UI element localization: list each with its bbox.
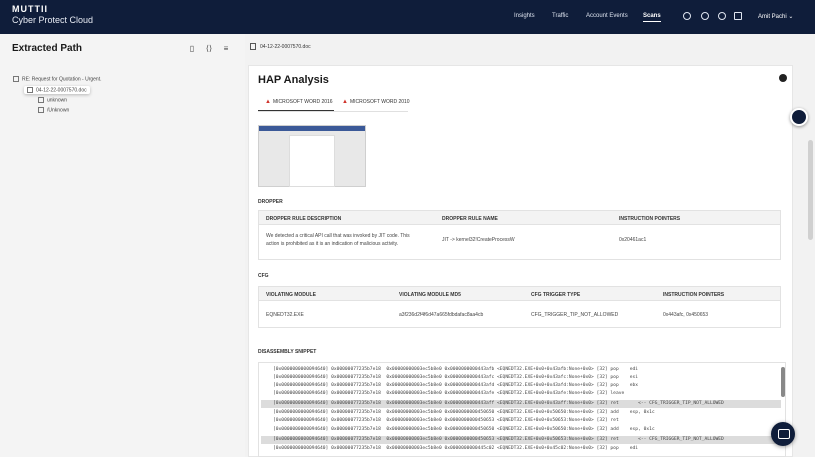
column-header: INSTRUCTION POINTERS [663,292,725,298]
disassembly-section-title: DISASSEMBLY SNIPPET [258,349,317,355]
tree-item-unknown-2[interactable]: /Unknown [38,107,69,113]
module-md5: a3f236d2f4f6d47a665fdbdafac8aa4cb [399,312,484,318]
warning-icon: ▲ [265,99,271,105]
thumbnail-toolbar [259,126,365,131]
tree-item-email[interactable]: RE: Request for Quotation - Urgent. [13,76,101,82]
code-line: [0x0000000000094640] 0x00000077235b7e18 … [273,367,639,372]
code-line: [0x0000000000094640] 0x00000077235b7e18 … [273,410,655,415]
file-icon [27,87,33,93]
brand-subtitle: Cyber Protect Cloud [12,15,94,25]
column-header: VIOLATING MODULE MD5 [399,292,461,298]
announce-icon[interactable] [734,12,742,20]
nav-traffic[interactable]: Traffic [552,13,568,19]
upload-icon[interactable] [701,12,709,20]
extracted-path-panel [0,34,245,457]
page-scrollbar[interactable] [808,140,813,240]
tab-active-indicator [258,110,334,111]
thumbnail-page [289,135,335,187]
column-header: DROPPER RULE DESCRIPTION [266,216,342,222]
instruction-pointers: 0x20461ac1 [619,237,647,243]
nav-account-events[interactable]: Account Events [586,13,628,19]
tab-word-2010[interactable]: ▲ MICROSOFT WORD 2010 [342,99,410,105]
circle-icon[interactable] [683,12,691,20]
code-line: [0x0000000000094640] 0x00000077235b7e18 … [273,427,655,432]
trigger-type: CFG_TRIGGER_TIP_NOT_ALLOWED [531,312,619,318]
cfg-section-title: CFG [258,273,269,279]
dropper-table: DROPPER RULE DESCRIPTION DROPPER RULE NA… [258,210,781,260]
code-line-highlighted: [0x0000000000094640] 0x00000077235b7e18 … [261,436,781,444]
cfg-table: VIOLATING MODULE VIOLATING MODULE MD5 CF… [258,286,781,328]
assistant-icon[interactable] [790,108,808,126]
collapse-icon[interactable] [779,74,787,82]
file-bar: 04-12-22-0007570.doc [245,34,815,62]
rule-name: JIT -> kernel32!CreateProcessW [442,237,515,243]
brand-logo[interactable]: MUTTII Cyber Protect Cloud [12,5,93,25]
column-header: CFG TRIGGER TYPE [531,292,581,298]
file-icon [38,107,44,113]
dropper-section-title: DROPPER [258,199,283,205]
disassembly-snippet[interactable]: [0x0000000000094640] 0x00000077235b7e18 … [258,362,786,457]
top-navigation-bar: MUTTII Cyber Protect Cloud Insights Traf… [0,0,815,34]
panel-title: Extracted Path [12,43,83,54]
code-line: [0x0000000000094640] 0x00000077235b7e18 … [273,446,639,451]
nav-scans[interactable]: Scans [643,13,661,22]
chat-icon[interactable] [771,422,795,446]
help-icon[interactable] [718,12,726,20]
file-name: 04-12-22-0007570.doc [260,44,311,50]
tree-item-doc[interactable]: 04-12-22-0007570.doc [24,86,90,95]
file-icon [38,97,44,103]
code-line: [0x0000000000094640] 0x00000077235b7e18 … [273,383,639,388]
rule-description: We detected a critical API call that was… [266,233,410,239]
email-icon [13,76,19,82]
nav-insights[interactable]: Insights [514,13,535,19]
tree-item-unknown[interactable]: unknown [38,97,67,103]
code-icon[interactable]: ⟨⟩ [205,44,213,53]
column-header: VIOLATING MODULE [266,292,316,298]
code-scrollbar[interactable] [781,367,785,397]
tab-word-2016[interactable]: ▲ MICROSOFT WORD 2016 [265,99,333,105]
code-line: [0x0000000000094640] 0x00000077235b7e18 … [273,391,625,396]
instruction-pointers: 0x443afc, 0x450653 [663,312,709,318]
warning-icon: ▲ [342,99,348,105]
file-icon [250,43,256,50]
code-line-highlighted: [0x0000000000094640] 0x00000077235b7e18 … [261,400,781,408]
brand-name: MUTTII [12,4,48,14]
analysis-title: HAP Analysis [258,74,329,86]
code-line: [0x0000000000094640] 0x00000077235b7e18 … [273,418,619,423]
violating-module: EQNEDT32.EXE [266,312,304,318]
user-menu[interactable]: Amit Pachi ⌄ [758,13,793,20]
rule-description-cont: action is prohibited as it is an indicat… [266,241,399,247]
settings-icon[interactable]: ≡ [222,44,230,53]
document-icon[interactable]: ▯ [188,44,196,53]
column-header: DROPPER RULE NAME [442,216,498,222]
document-preview-thumbnail[interactable] [258,125,366,187]
tab-divider [258,111,408,112]
code-line: [0x0000000000094640] 0x00000077235b7e18 … [273,375,639,380]
column-header: INSTRUCTION POINTERS [619,216,681,222]
